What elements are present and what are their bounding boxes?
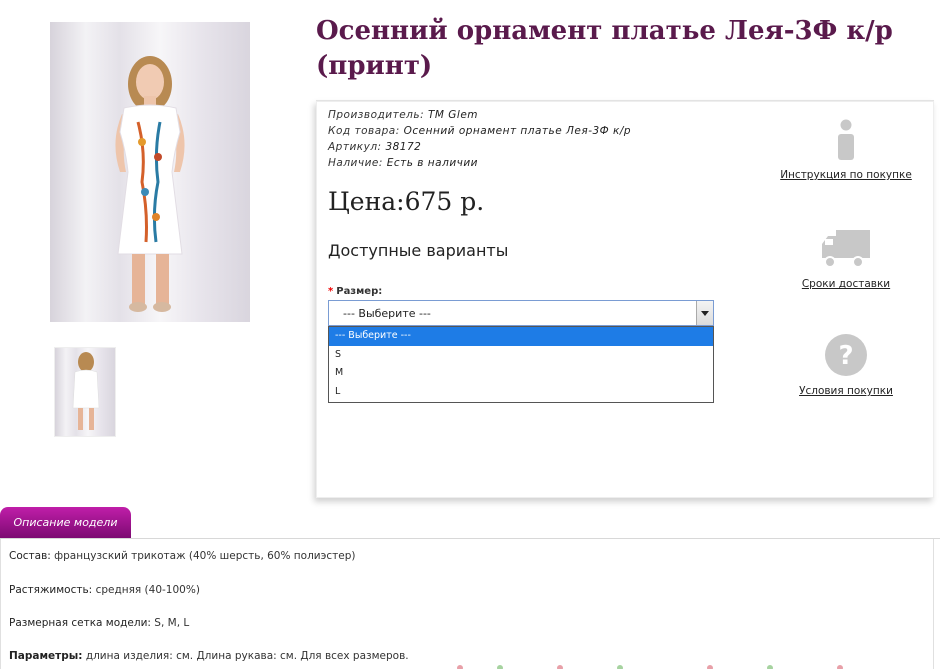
chevron-down-icon[interactable]	[696, 301, 713, 325]
delivery-link[interactable]: Сроки доставки	[756, 278, 936, 290]
meta-code: Код товара: Осенний орнамент платье Лея-…	[328, 125, 632, 137]
size-select[interactable]: --- Выберите ---	[328, 300, 714, 326]
size-option-m[interactable]: M	[329, 364, 713, 383]
meta-stock: Наличие: Есть в наличии	[328, 157, 478, 169]
options-title: Доступные варианты	[328, 241, 509, 260]
svg-text:?: ?	[838, 341, 853, 371]
size-label: * Размер:	[328, 286, 383, 297]
size-option-placeholder[interactable]: --- Выберите ---	[329, 327, 713, 346]
required-marker: *	[328, 286, 334, 297]
truck-icon	[822, 230, 870, 268]
thumbnail-illustration	[72, 352, 100, 430]
desc-composition: Состав: французский трикотаж (40% шерсть…	[9, 550, 356, 562]
info-icon	[838, 119, 854, 160]
delivery-block: Сроки доставки	[756, 228, 936, 290]
floral-decoration	[457, 665, 843, 669]
product-info-panel: Производитель: TM Glem Код товара: Осенн…	[316, 100, 934, 498]
size-option-s[interactable]: S	[329, 346, 713, 365]
desc-sizes: Размерная сетка модели: S, M, L	[9, 617, 190, 629]
tab-description[interactable]: Описание модели	[0, 507, 131, 538]
size-select-value: --- Выберите ---	[343, 307, 431, 320]
tab-description-label: Описание модели	[13, 516, 118, 529]
product-thumbnail[interactable]	[54, 347, 116, 437]
terms-block: ? Условия покупки	[756, 333, 936, 397]
terms-link[interactable]: Условия покупки	[756, 385, 936, 397]
side-info-links: Инструкция по покупке Сроки доставки ? У…	[756, 101, 936, 431]
meta-article: Артикул: 38172	[328, 141, 422, 153]
product-main-image[interactable]	[50, 22, 250, 322]
instruction-block: Инструкция по покупке	[756, 119, 936, 181]
product-title: Осенний орнамент платье Лея-3Ф к/р (прин…	[316, 16, 893, 81]
question-icon: ?	[825, 334, 867, 376]
instruction-link[interactable]: Инструкция по покупке	[756, 169, 936, 181]
description-content: Состав: французский трикотаж (40% шерсть…	[0, 539, 934, 669]
meta-manufacturer: Производитель: TM Glem	[328, 109, 479, 121]
desc-stretch: Растяжимость: средняя (40-100%)	[9, 584, 200, 596]
product-price: Цена:675 р.	[328, 187, 485, 216]
size-dropdown-list[interactable]: --- Выберите --- S M L	[328, 326, 714, 403]
size-option-l[interactable]: L	[329, 383, 713, 402]
desc-params: Параметры: длина изделия: см. Длина рука…	[9, 650, 409, 662]
product-meta: Производитель: TM Glem Код товара: Осенн…	[328, 107, 631, 171]
dress-model-illustration	[115, 56, 185, 312]
